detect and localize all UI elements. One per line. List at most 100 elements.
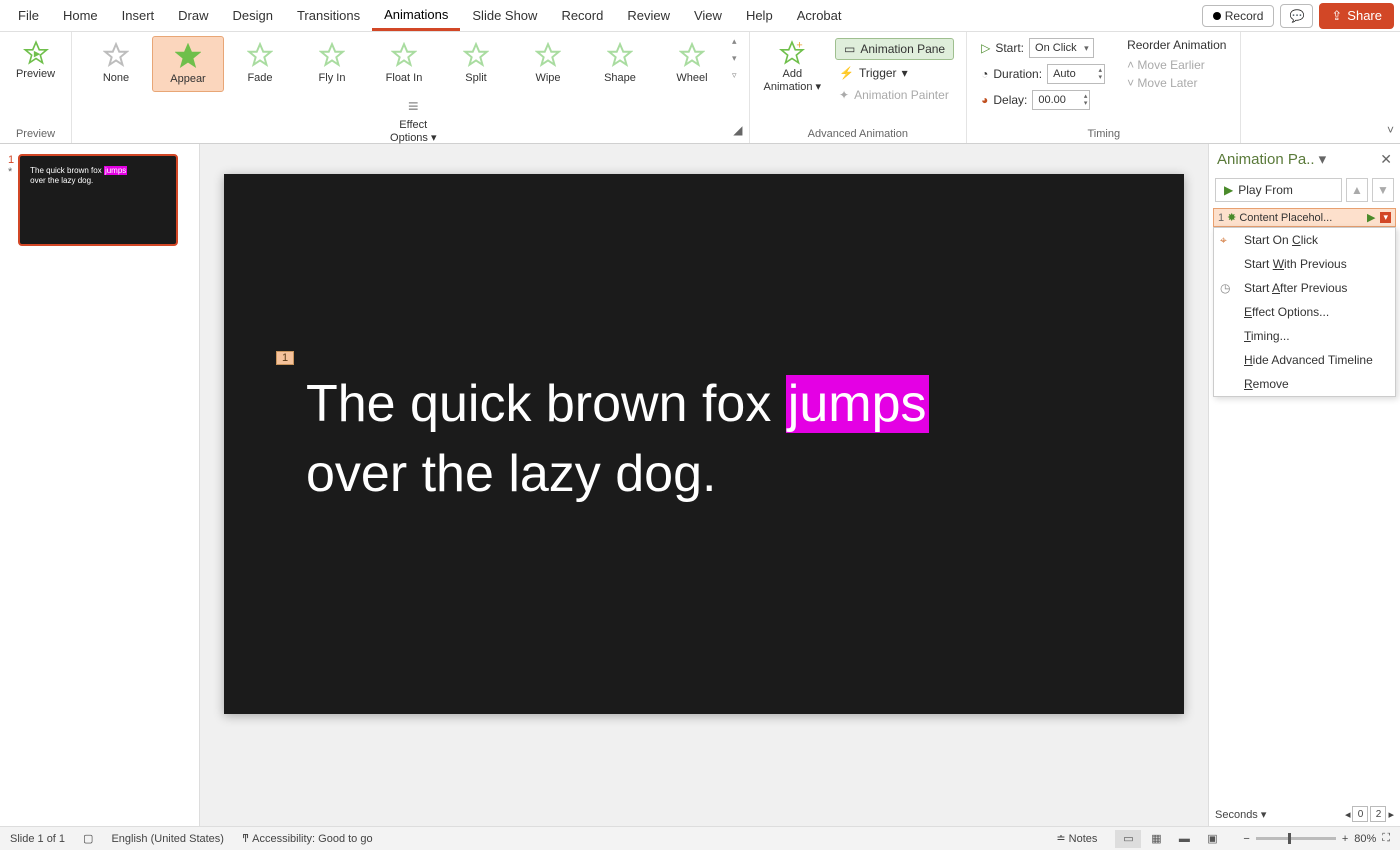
animation-pane-header: Animation Pa..▾ ✕ [1209,144,1400,174]
add-animation-button[interactable]: + AddAnimation ▾ [758,36,828,106]
play-from-button[interactable]: ▶ Play From [1215,178,1342,202]
gallery-more-button[interactable]: ▴▾▿ [728,36,741,81]
preview-button[interactable]: Preview [10,36,61,85]
slide-canvas-area[interactable]: 1 The quick brown fox jumpsover the lazy… [200,144,1208,826]
menu-review[interactable]: Review [615,2,682,29]
anim-appear[interactable]: Appear [152,36,224,92]
anim-fade[interactable]: Fade [224,36,296,90]
anim-label: Fly In [319,72,346,84]
pane-icon: ▭ [844,42,855,56]
move-down-button[interactable]: ▼ [1372,178,1394,202]
thumb-number: 1* [8,154,14,246]
duration-icon: ◔ [981,67,988,81]
animation-badge[interactable]: 1 [276,351,294,365]
menu-design[interactable]: Design [221,2,285,29]
start-icon: ▷ [981,41,990,55]
status-accessibility[interactable]: ͳ Accessibility: Good to go [242,832,373,845]
status-language[interactable]: English (United States) [111,833,224,845]
view-reading-button[interactable]: ▬ [1171,830,1197,848]
menu-draw[interactable]: Draw [166,2,220,29]
ctx-hide-advanced-timeline[interactable]: Hide Advanced Timeline [1214,348,1395,372]
item-dropdown-button[interactable]: ▾ [1380,212,1391,223]
ctx-timing-[interactable]: Timing... [1214,324,1395,348]
ctx-remove[interactable]: Remove [1214,372,1395,396]
start-select[interactable]: On Click [1029,38,1094,58]
menu-slideshow[interactable]: Slide Show [460,2,549,29]
delay-input[interactable]: 00.00 [1032,90,1090,110]
move-later-button[interactable]: ˅ Move Later [1127,76,1226,90]
ctx-start-after-previous[interactable]: ◷Start After Previous [1214,276,1395,300]
start-label: Start: [995,41,1024,55]
anim-wheel[interactable]: Wheel [656,36,728,90]
pane-menu-icon[interactable]: ▾ [1319,150,1327,168]
menu-file[interactable]: File [6,2,51,29]
menu-help[interactable]: Help [734,2,785,29]
zoom-in-button[interactable]: + [1342,833,1348,845]
comments-button[interactable]: 💬 [1280,4,1313,28]
share-label: Share [1347,8,1382,23]
animation-list-item[interactable]: 1 ✸ Content Placehol... ▶ ▾ [1213,208,1396,227]
ctx-effect-options-[interactable]: Effect Options... [1214,300,1395,324]
menu-record[interactable]: Record [549,2,615,29]
anim-label: Wheel [676,72,707,84]
slide-highlight: jumps [786,375,929,433]
zoom-control[interactable]: − + 80% ⛶ [1243,832,1390,845]
status-slide[interactable]: Slide 1 of 1 [10,833,65,845]
anim-split[interactable]: Split [440,36,512,90]
share-button[interactable]: ⇪Share [1319,3,1394,29]
anim-shape[interactable]: Shape [584,36,656,90]
menu-transitions[interactable]: Transitions [285,2,372,29]
slide[interactable]: 1 The quick brown fox jumpsover the lazy… [224,174,1184,714]
fit-to-window-button[interactable]: ⛶ [1382,832,1390,845]
timeline-prev[interactable]: ◂ [1345,808,1351,821]
effect-options-label: EffectOptions ▾ [390,119,437,145]
delay-icon: ◕ [981,93,988,107]
ctx-start-on-click[interactable]: ⌖Start On Click [1214,228,1395,252]
view-slideshow-button[interactable]: ▣ [1199,830,1225,848]
record-button[interactable]: Record [1202,5,1275,27]
move-up-button[interactable]: ▲ [1346,178,1368,202]
anim-label: Shape [604,72,636,84]
zoom-value[interactable]: 80% [1354,833,1376,845]
notes-button[interactable]: ≐ Notes [1056,832,1097,845]
move-earlier-button[interactable]: ˄ Move Earlier [1127,58,1226,72]
anim-none[interactable]: None [80,36,152,90]
painter-icon: ✦ [839,88,849,102]
menu-insert[interactable]: Insert [110,2,167,29]
menu-home[interactable]: Home [51,2,110,29]
animation-pane-button[interactable]: ▭Animation Pane [835,38,954,60]
menu-acrobat[interactable]: Acrobat [785,2,854,29]
menu-view[interactable]: View [682,2,734,29]
anim-float-in[interactable]: Float In [368,36,440,90]
ctx-start-with-previous[interactable]: Start With Previous [1214,252,1395,276]
close-pane-button[interactable]: ✕ [1380,151,1392,168]
slide-text[interactable]: The quick brown fox jumpsover the lazy d… [306,369,929,509]
item-label: Content Placehol... [1239,212,1332,224]
trigger-button[interactable]: ⚡Trigger ▾ [835,64,954,82]
play-from-label: Play From [1238,183,1293,197]
effect-options-button[interactable]: ≡EffectOptions ▾ [384,92,443,149]
play-icon: ▶ [1224,183,1233,197]
reorder-label: Reorder Animation [1127,38,1226,52]
group-label-preview: Preview [16,126,55,143]
svg-text:+: + [797,40,803,52]
group-label-timing: Timing [1087,126,1120,143]
seconds-dropdown[interactable]: Seconds ▾ [1215,808,1266,821]
slide-thumbnail-1[interactable]: The quick brown fox jumpsover the lazy d… [18,154,178,246]
duration-input[interactable]: Auto [1047,64,1105,84]
anim-fly-in[interactable]: Fly In [296,36,368,90]
animation-gallery[interactable]: NoneAppearFade Fly In Float InSplitWipe Sha… [80,36,741,92]
ribbon: Preview Preview NoneAppearFade Fly In Floa… [0,32,1400,144]
animation-painter-button[interactable]: ✦Animation Painter [835,86,954,104]
timeline-next[interactable]: ▸ [1388,808,1394,821]
gallery-launcher-icon[interactable]: ◢ [733,123,742,137]
status-display-settings[interactable]: ▢ [83,832,93,845]
zoom-out-button[interactable]: − [1243,833,1249,845]
zoom-slider[interactable] [1256,837,1336,840]
anim-wipe[interactable]: Wipe [512,36,584,90]
menu-animations[interactable]: Animations [372,1,460,31]
view-normal-button[interactable]: ▭ [1115,830,1141,848]
view-sorter-button[interactable]: ▦ [1143,830,1169,848]
ribbon-collapse-button[interactable]: ˅ [1387,123,1394,137]
star-icon [247,42,273,68]
